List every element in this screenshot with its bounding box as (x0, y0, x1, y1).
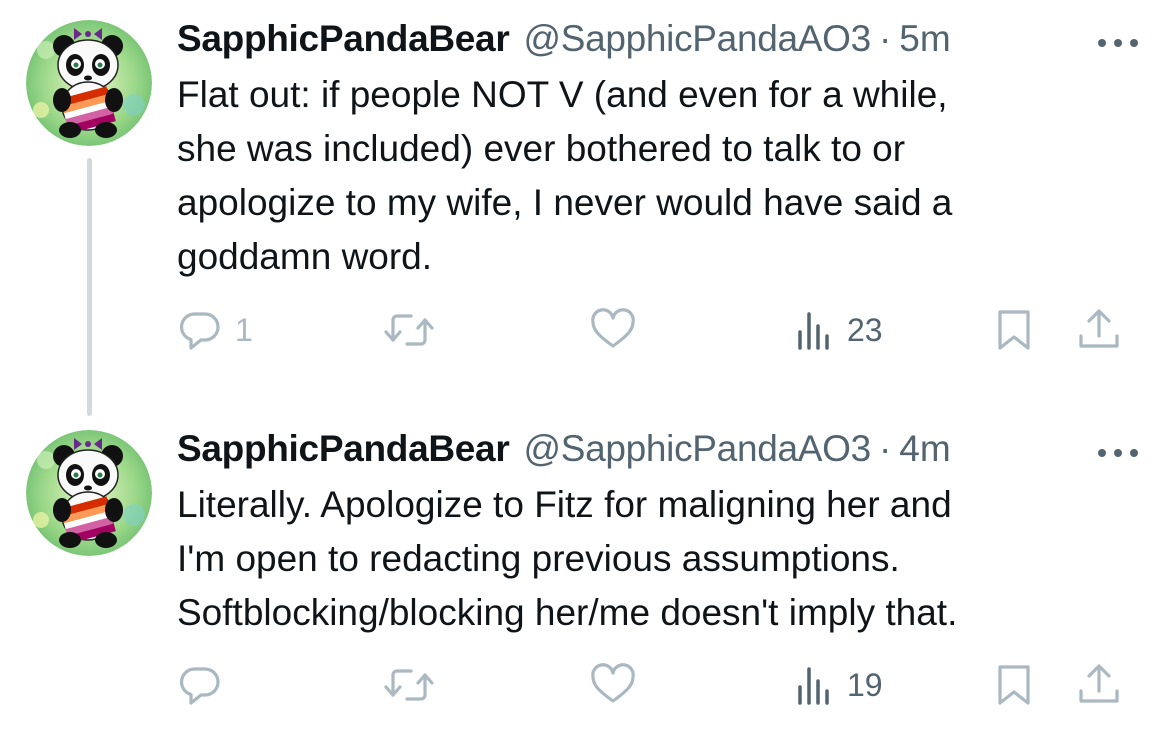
tweet-header: SapphicPandaBear @SapphicPandaAO3 · 5m (177, 15, 1157, 65)
share-button[interactable] (1077, 660, 1121, 710)
share-icon (1079, 664, 1119, 703)
display-name[interactable]: SapphicPandaBear (177, 15, 510, 63)
share-icon (1079, 309, 1119, 348)
bookmark-icon (998, 665, 1030, 705)
tweet-2[interactable]: SapphicPandaBear @SapphicPandaAO3 · 4m L… (0, 410, 1170, 730)
reply-button[interactable] (177, 660, 235, 710)
timeline: SapphicPandaBear @SapphicPandaAO3 · 5m F… (0, 0, 1170, 730)
separator-dot: · (878, 428, 892, 469)
retweet-icon (384, 314, 434, 346)
reply-icon (179, 667, 220, 705)
tweet-text: Literally. Apologize to Fitz for maligni… (177, 484, 958, 633)
like-button[interactable] (589, 660, 637, 710)
views-count: 19 (847, 666, 883, 703)
retweet-button[interactable] (383, 660, 435, 710)
bookmark-button[interactable] (995, 660, 1033, 710)
tweet-actions: 1 23 (177, 305, 1157, 355)
views-button[interactable]: 23 (795, 305, 883, 355)
display-name[interactable]: SapphicPandaBear (177, 425, 510, 473)
bookmark-button[interactable] (995, 305, 1033, 355)
avatar[interactable] (26, 20, 152, 146)
bookmark-icon (998, 310, 1030, 350)
more-icon[interactable] (1096, 36, 1140, 50)
tweet-header: SapphicPandaBear @SapphicPandaAO3 · 4m (177, 425, 1157, 475)
views-icon (798, 667, 829, 705)
retweet-button[interactable] (383, 305, 435, 355)
user-handle[interactable]: @SapphicPandaAO3 (523, 425, 871, 473)
more-icon[interactable] (1096, 446, 1140, 460)
reply-button[interactable]: 1 (177, 305, 253, 355)
timestamp[interactable]: 5m (899, 15, 950, 63)
user-handle[interactable]: @SapphicPandaAO3 (523, 15, 871, 63)
views-icon (798, 312, 829, 350)
like-icon (591, 663, 635, 703)
reply-count: 1 (235, 311, 253, 348)
tweet-1[interactable]: SapphicPandaBear @SapphicPandaAO3 · 5m F… (0, 0, 1170, 410)
share-button[interactable] (1077, 305, 1121, 355)
separator-dot: · (878, 18, 892, 59)
like-icon (591, 308, 635, 348)
avatar[interactable] (26, 430, 152, 556)
views-button[interactable]: 19 (795, 660, 883, 710)
timestamp[interactable]: 4m (899, 425, 950, 473)
retweet-icon (384, 669, 434, 701)
like-button[interactable] (589, 305, 637, 355)
tweet-actions: 19 (177, 660, 1157, 710)
tweet-text: Flat out: if people NOT V (and even for … (177, 74, 953, 277)
reply-icon (179, 312, 220, 350)
views-count: 23 (847, 311, 883, 348)
